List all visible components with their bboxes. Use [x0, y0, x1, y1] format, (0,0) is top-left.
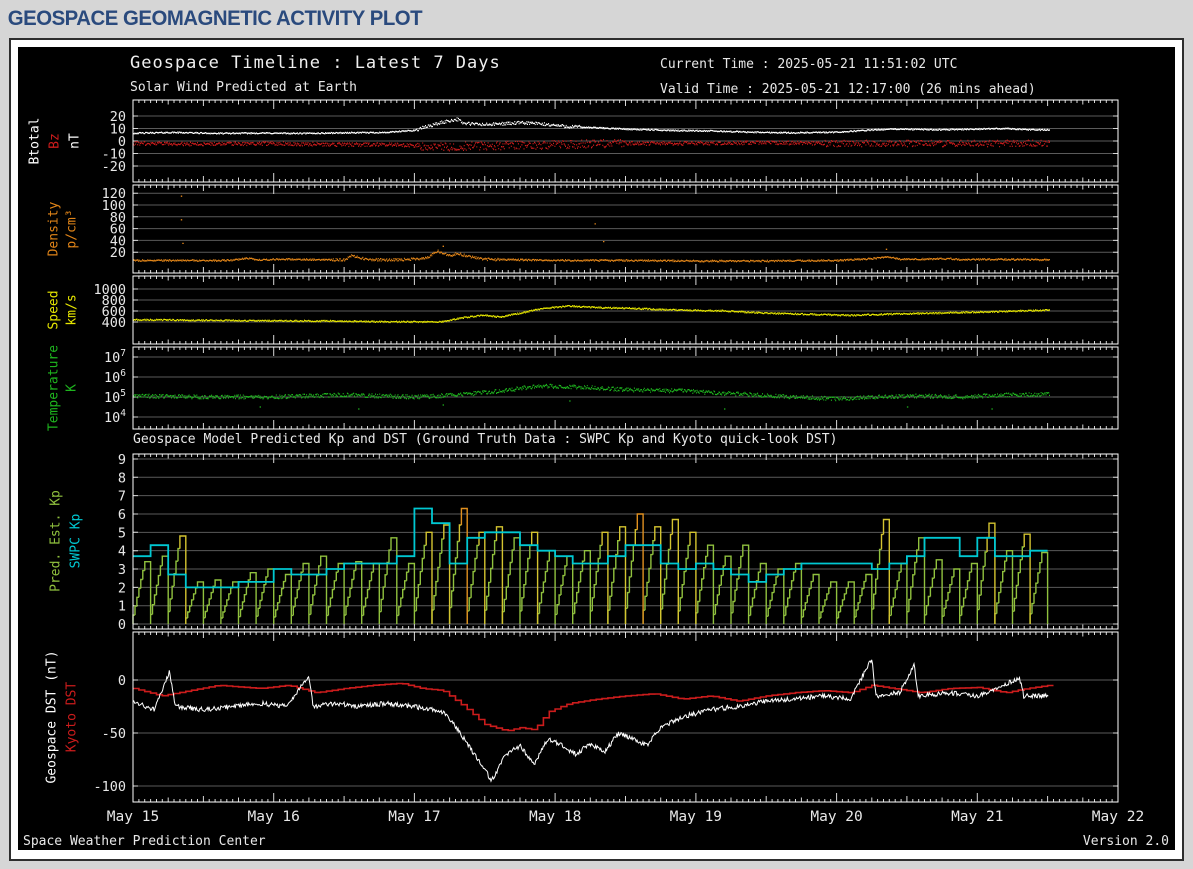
svg-text:107: 107 [104, 348, 126, 366]
svg-text:2: 2 [118, 580, 126, 596]
x-axis-label: May 22 [1092, 809, 1144, 825]
footer-right: Version 2.0 [1082, 834, 1169, 849]
ylabel-bz: Bz [47, 133, 63, 149]
ylabel-temperature-unit: K [64, 384, 80, 392]
svg-text:4: 4 [118, 544, 126, 560]
svg-text:0: 0 [118, 673, 126, 689]
x-axis-label: May 18 [529, 809, 581, 825]
x-axis-label: May 16 [248, 809, 300, 825]
svg-text:7: 7 [118, 489, 126, 505]
svg-text:400: 400 [102, 315, 126, 331]
ylabel-speed-unit: km/s [64, 294, 80, 326]
mid-title: Geospace Model Predicted Kp and DST (Gro… [133, 432, 838, 447]
svg-text:8: 8 [118, 470, 126, 486]
ylabel-swpc-kp: SWPC Kp [68, 513, 84, 569]
ylabel-nt: nT [67, 133, 83, 149]
geospace-dst-trace [132, 659, 1049, 783]
ylabel-speed: Speed [46, 290, 62, 330]
kyoto-dst-trace [133, 682, 1054, 732]
x-axis-label: May 15 [107, 809, 159, 825]
svg-text:0: 0 [118, 617, 126, 633]
pred-est-kp-trace [179, 518, 1031, 624]
svg-text:-20: -20 [102, 159, 126, 175]
current-time: Current Time : 2025-05-21 11:51:02 UTC [660, 57, 958, 72]
svg-text:106: 106 [104, 368, 126, 386]
plot-frame: 20 10 0 -10 -20 120 100 80 60 40 20 1000 800 600 400 10… [9, 38, 1184, 861]
svg-text:20: 20 [110, 245, 126, 261]
svg-text:5: 5 [118, 525, 126, 541]
svg-text:9: 9 [118, 452, 126, 468]
x-axis-label: May 19 [670, 809, 722, 825]
page: { "header": { "title": "GEOSPACE GEOMAGN… [0, 0, 1193, 869]
ylabel-density-unit: p/cm³ [64, 209, 80, 249]
figure-title: Geospace Timeline : Latest 7 Days [130, 53, 501, 73]
ylabel-kyoto-dst: Kyoto DST [64, 681, 80, 753]
x-axis-label: May 21 [951, 809, 1003, 825]
svg-text:104: 104 [104, 408, 126, 426]
chart-canvas: 20100-10-2012010080604020100080060040010… [93, 99, 1144, 825]
ylabel-pred-kp: Pred. Est. Kp [48, 490, 64, 592]
svg-text:3: 3 [118, 562, 126, 578]
footer-left: Space Weather Prediction Center [23, 834, 266, 849]
svg-text:-100: -100 [93, 779, 126, 795]
page-title: GEOSPACE GEOMAGNETIC ACTIVITY PLOT [7, 7, 423, 30]
ylabel-temperature: Temperature [46, 344, 62, 432]
svg-text:6: 6 [118, 507, 126, 523]
speed-trace [133, 304, 1050, 324]
valid-time: Valid Time : 2025-05-21 12:17:00 (26 min… [660, 82, 1036, 97]
ylabel-geospace-dst: Geospace DST (nT) [44, 650, 60, 784]
svg-text:-50: -50 [102, 726, 126, 742]
geospace-plot-figure: 20 10 0 -10 -20 120 100 80 60 40 20 1000 800 600 400 10… [18, 47, 1175, 850]
btotal-trace [133, 117, 1050, 135]
ylabel-density: Density [46, 201, 62, 257]
svg-text:1: 1 [118, 599, 126, 615]
ylabel-btotal: Btotal [27, 117, 43, 165]
page-header: GEOSPACE GEOMAGNETIC ACTIVITY PLOT [0, 0, 1193, 38]
x-axis-label: May 20 [810, 809, 862, 825]
svg-text:105: 105 [104, 388, 126, 406]
x-axis-label: May 17 [388, 809, 440, 825]
figure-subtitle: Solar Wind Predicted at Earth [130, 80, 357, 95]
